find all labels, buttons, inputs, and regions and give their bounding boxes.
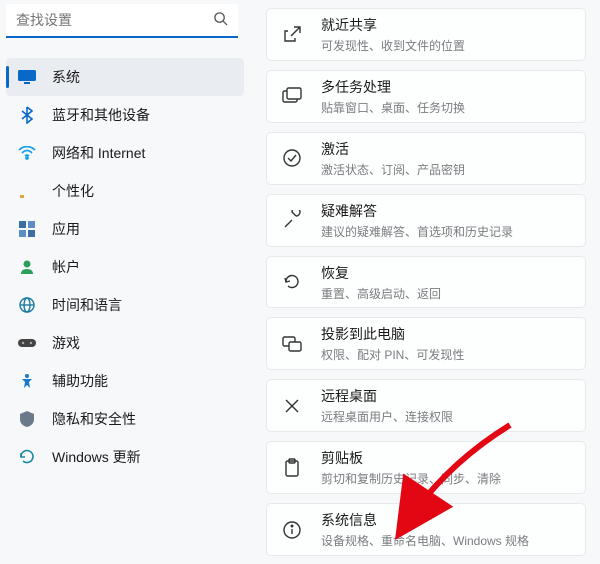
sidebar: 系统 蓝牙和其他设备 网络和 Internet 个性化 应用 [0, 0, 250, 564]
remote-icon [281, 395, 303, 417]
card-subtitle: 贴靠窗口、桌面、任务切换 [321, 99, 465, 116]
card-multitask[interactable]: 多任务处理 贴靠窗口、桌面、任务切换 [266, 70, 586, 123]
card-subtitle: 设备规格、重命名电脑、Windows 规格 [321, 532, 529, 549]
sidebar-item-label: Windows 更新 [52, 447, 141, 467]
sidebar-item-bluetooth[interactable]: 蓝牙和其他设备 [6, 96, 244, 134]
sidebar-item-label: 蓝牙和其他设备 [52, 105, 150, 125]
sidebar-item-personalize[interactable]: 个性化 [6, 172, 244, 210]
search-box [6, 4, 238, 38]
sidebar-item-time[interactable]: 时间和语言 [6, 286, 244, 324]
card-subtitle: 建议的疑难解答、首选项和历史记录 [321, 223, 513, 240]
check-circle-icon [281, 147, 303, 169]
card-subtitle: 远程桌面用户、连接权限 [321, 408, 453, 425]
wrench-icon [281, 209, 303, 231]
card-subtitle: 剪切和复制历史记录、同步、清除 [321, 470, 501, 487]
sidebar-item-label: 应用 [52, 219, 80, 239]
card-project[interactable]: 投影到此电脑 权限、配对 PIN、可发现性 [266, 317, 586, 370]
sidebar-item-gaming[interactable]: 游戏 [6, 324, 244, 362]
sidebar-item-label: 辅助功能 [52, 371, 108, 391]
sidebar-item-privacy[interactable]: 隐私和安全性 [6, 400, 244, 438]
card-subtitle: 重置、高级启动、返回 [321, 285, 441, 302]
apps-icon [18, 220, 36, 238]
globe-icon [18, 296, 36, 314]
card-title: 多任务处理 [321, 77, 465, 97]
account-icon [18, 258, 36, 276]
sidebar-item-accounts[interactable]: 帐户 [6, 248, 244, 286]
card-troubleshoot[interactable]: 疑难解答 建议的疑难解答、首选项和历史记录 [266, 194, 586, 247]
sidebar-item-accessibility[interactable]: 辅助功能 [6, 362, 244, 400]
card-title: 系统信息 [321, 510, 529, 530]
brush-icon [18, 182, 36, 200]
card-subtitle: 权限、配对 PIN、可发现性 [321, 346, 464, 363]
gamepad-icon [18, 334, 36, 352]
main-panel: 就近共享 可发现性、收到文件的位置 多任务处理 贴靠窗口、桌面、任务切换 激活 … [250, 0, 600, 564]
card-system-info[interactable]: 系统信息 设备规格、重命名电脑、Windows 规格 [266, 503, 586, 556]
display-icon [18, 68, 36, 86]
info-icon [281, 519, 303, 541]
sidebar-item-label: 隐私和安全性 [52, 409, 136, 429]
sidebar-item-network[interactable]: 网络和 Internet [6, 134, 244, 172]
search-icon [213, 11, 228, 31]
bluetooth-icon [18, 106, 36, 124]
card-activation[interactable]: 激活 激活状态、订阅、产品密钥 [266, 132, 586, 185]
sidebar-item-label: 系统 [52, 67, 80, 87]
card-nearby-sharing[interactable]: 就近共享 可发现性、收到文件的位置 [266, 8, 586, 61]
card-title: 激活 [321, 139, 465, 159]
sidebar-item-label: 游戏 [52, 333, 80, 353]
sidebar-item-label: 帐户 [52, 257, 80, 277]
share-icon [281, 23, 303, 45]
card-subtitle: 激活状态、订阅、产品密钥 [321, 161, 465, 178]
update-icon [18, 448, 36, 466]
sidebar-item-system[interactable]: 系统 [6, 58, 244, 96]
card-remote-desktop[interactable]: 远程桌面 远程桌面用户、连接权限 [266, 379, 586, 432]
recovery-icon [281, 271, 303, 293]
card-title: 疑难解答 [321, 201, 513, 221]
sidebar-item-label: 网络和 Internet [52, 143, 145, 163]
sidebar-item-label: 个性化 [52, 181, 94, 201]
multitask-icon [281, 85, 303, 107]
card-clipboard[interactable]: 剪贴板 剪切和复制历史记录、同步、清除 [266, 441, 586, 494]
card-recovery[interactable]: 恢复 重置、高级启动、返回 [266, 256, 586, 309]
card-title: 就近共享 [321, 15, 465, 35]
clipboard-icon [281, 457, 303, 479]
accessibility-icon [18, 372, 36, 390]
sidebar-item-apps[interactable]: 应用 [6, 210, 244, 248]
wifi-icon [18, 144, 36, 162]
search-input[interactable] [6, 4, 238, 38]
sidebar-nav: 系统 蓝牙和其他设备 网络和 Internet 个性化 应用 [6, 58, 244, 476]
card-title: 远程桌面 [321, 386, 453, 406]
sidebar-item-label: 时间和语言 [52, 295, 122, 315]
card-title: 投影到此电脑 [321, 324, 464, 344]
card-title: 恢复 [321, 263, 441, 283]
sidebar-item-update[interactable]: Windows 更新 [6, 438, 244, 476]
card-title: 剪贴板 [321, 448, 501, 468]
shield-icon [18, 410, 36, 428]
project-icon [281, 333, 303, 355]
card-subtitle: 可发现性、收到文件的位置 [321, 37, 465, 54]
